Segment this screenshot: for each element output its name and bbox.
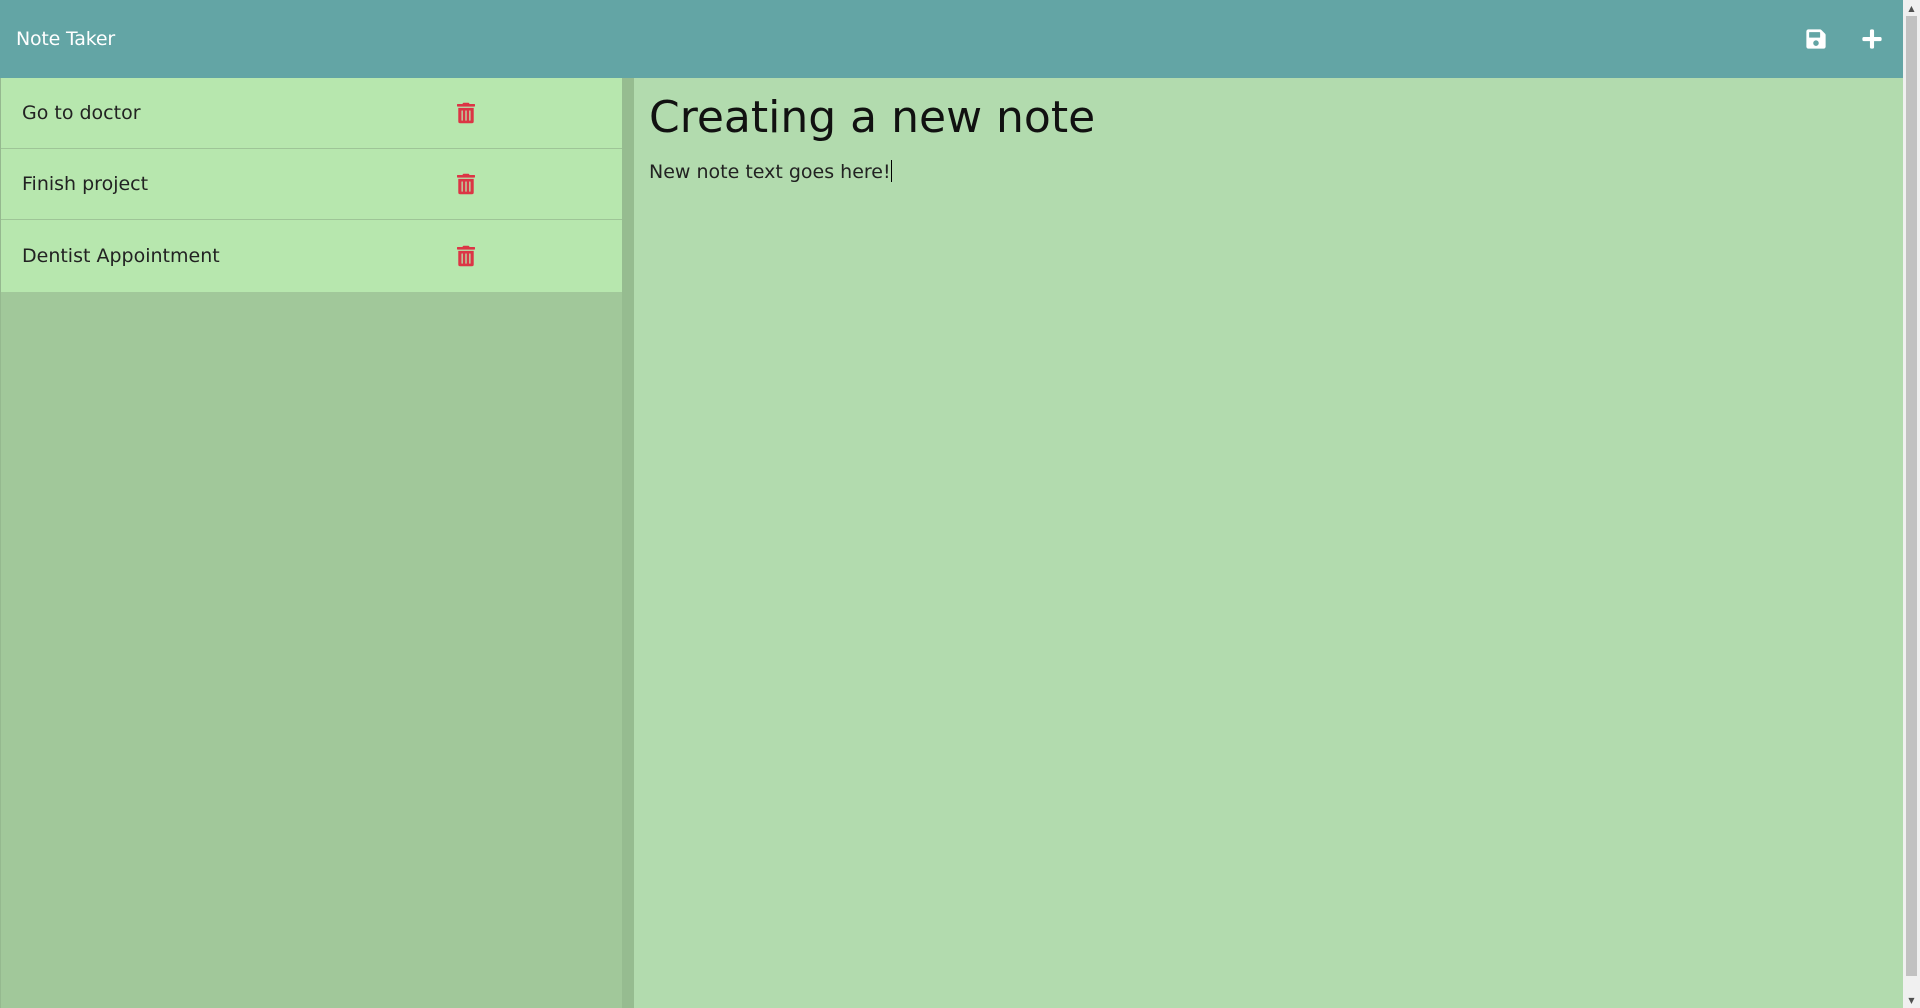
- note-item-title: Finish project: [22, 173, 149, 195]
- delete-note-button[interactable]: [456, 244, 476, 268]
- text-caret: [890, 160, 892, 182]
- scrollbar-thumb[interactable]: [1906, 16, 1917, 976]
- note-title-input[interactable]: [649, 88, 1849, 146]
- save-icon: [1806, 29, 1826, 49]
- note-text-value: New note text goes here!: [649, 161, 891, 183]
- note-item-title: Go to doctor: [22, 102, 141, 124]
- app-brand[interactable]: Note Taker: [16, 28, 115, 50]
- scroll-up-arrow[interactable]: ▲: [1903, 0, 1920, 16]
- note-editor: New note text goes here!: [634, 78, 1903, 1008]
- page-scrollbar[interactable]: ▲ ▼: [1903, 0, 1920, 1008]
- note-text-area[interactable]: New note text goes here!: [649, 160, 1849, 860]
- trash-icon: [457, 245, 475, 267]
- note-list: Go to doctor Finish project Dentist Appo…: [1, 78, 622, 292]
- scroll-down-arrow[interactable]: ▼: [1903, 992, 1920, 1008]
- note-list-item[interactable]: Dentist Appointment: [1, 220, 622, 292]
- delete-note-button[interactable]: [456, 172, 476, 196]
- trash-icon: [457, 173, 475, 195]
- notes-sidebar: Go to doctor Finish project Dentist Appo…: [0, 78, 622, 1008]
- column-divider: [622, 78, 634, 1008]
- note-item-title: Dentist Appointment: [22, 245, 220, 267]
- nav-actions: [1803, 26, 1887, 52]
- navbar: Note Taker: [0, 0, 1903, 78]
- plus-icon: [1862, 29, 1882, 49]
- new-note-button[interactable]: [1859, 26, 1885, 52]
- delete-note-button[interactable]: [456, 101, 476, 125]
- note-list-item[interactable]: Finish project: [1, 149, 622, 220]
- trash-icon: [457, 102, 475, 124]
- save-note-button[interactable]: [1803, 26, 1829, 52]
- note-list-item[interactable]: Go to doctor: [1, 78, 622, 149]
